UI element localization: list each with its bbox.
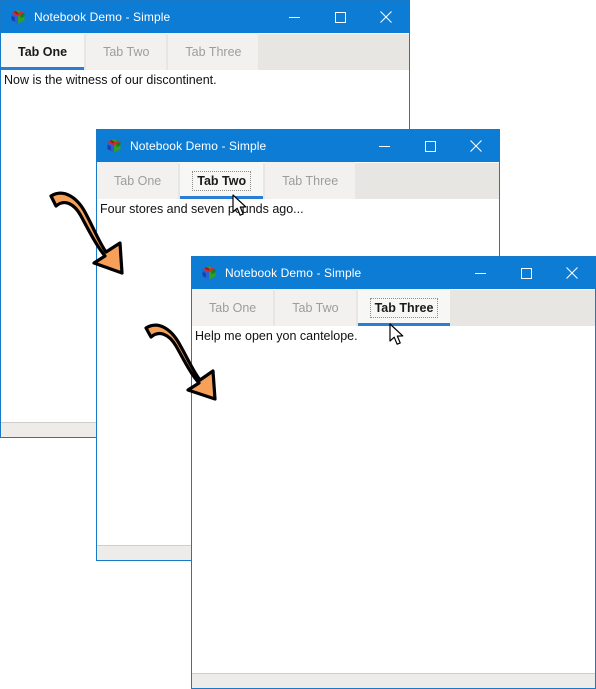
- tab-label: Tab Three: [369, 297, 439, 318]
- client-area: Tab One Tab Two Tab Three Help me open y…: [192, 289, 595, 688]
- page-text: Help me open yon cantelope.: [195, 329, 358, 343]
- cube-icon: [10, 9, 26, 25]
- title-bar[interactable]: Notebook Demo - Simple: [97, 130, 499, 162]
- tab-strip[interactable]: Tab One Tab Two Tab Three: [1, 33, 409, 70]
- tab-one[interactable]: Tab One: [192, 289, 274, 326]
- minimize-button[interactable]: [271, 1, 317, 33]
- tab-label: Tab Two: [103, 44, 150, 59]
- tab-two[interactable]: Tab Two: [275, 289, 356, 326]
- window-controls[interactable]: [361, 130, 499, 162]
- cube-icon: [106, 138, 122, 154]
- tab-one[interactable]: Tab One: [97, 162, 179, 199]
- maximize-button[interactable]: [407, 130, 453, 162]
- tab-label: Tab Three: [185, 44, 242, 59]
- tab-strip[interactable]: Tab One Tab Two Tab Three: [192, 289, 595, 326]
- title-bar[interactable]: Notebook Demo - Simple: [192, 257, 595, 289]
- window-title: Notebook Demo - Simple: [225, 266, 362, 280]
- tab-three[interactable]: Tab Three: [168, 33, 259, 70]
- close-button[interactable]: [549, 257, 595, 289]
- window-controls[interactable]: [271, 1, 409, 33]
- tab-page: Help me open yon cantelope.: [192, 326, 595, 673]
- page-text: Four stores and seven pounds ago...: [100, 202, 304, 216]
- maximize-button[interactable]: [503, 257, 549, 289]
- tab-strip[interactable]: Tab One Tab Two Tab Three: [97, 162, 499, 199]
- title-bar[interactable]: Notebook Demo - Simple: [1, 1, 409, 33]
- tab-label: Tab Three: [282, 173, 339, 188]
- window-title: Notebook Demo - Simple: [34, 10, 171, 24]
- tab-three[interactable]: Tab Three: [357, 289, 451, 326]
- tab-label: Tab Two: [192, 170, 252, 191]
- cube-icon: [201, 265, 217, 281]
- tab-label: Tab Two: [292, 300, 339, 315]
- tab-three[interactable]: Tab Three: [265, 162, 356, 199]
- minimize-button[interactable]: [457, 257, 503, 289]
- tab-label: Tab One: [209, 300, 257, 315]
- tab-two[interactable]: Tab Two: [180, 162, 264, 199]
- window-title: Notebook Demo - Simple: [130, 139, 267, 153]
- tab-label: Tab One: [114, 173, 162, 188]
- tab-two[interactable]: Tab Two: [86, 33, 167, 70]
- minimize-button[interactable]: [361, 130, 407, 162]
- close-button[interactable]: [363, 1, 409, 33]
- tab-label: Tab One: [18, 44, 68, 59]
- window-controls[interactable]: [457, 257, 595, 289]
- close-button[interactable]: [453, 130, 499, 162]
- tab-one[interactable]: Tab One: [1, 33, 85, 70]
- window-tab-three[interactable]: Notebook Demo - Simple Tab One Tab Two T…: [191, 256, 596, 689]
- status-strip: [192, 673, 595, 688]
- maximize-button[interactable]: [317, 1, 363, 33]
- page-text: Now is the witness of our discontinent.: [4, 73, 217, 87]
